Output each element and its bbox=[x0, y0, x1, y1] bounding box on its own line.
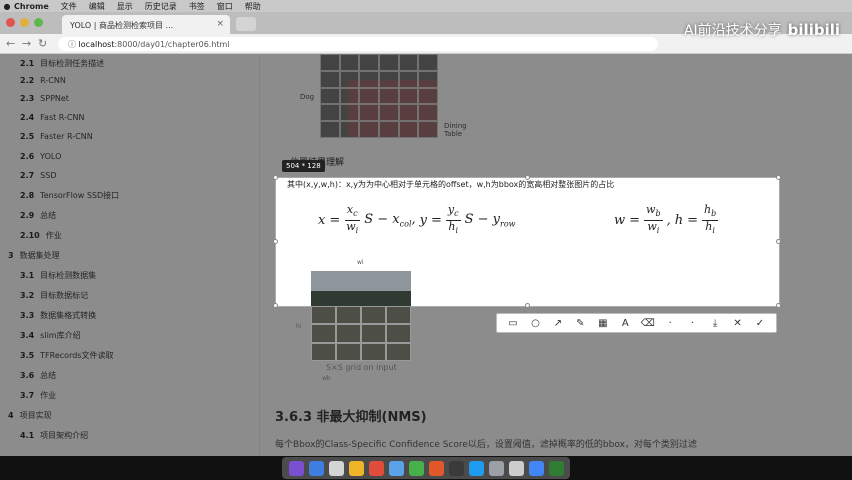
grid-cell bbox=[386, 306, 411, 325]
photo-sky bbox=[311, 271, 411, 291]
fraction-wb-wi: wb wi bbox=[644, 203, 663, 236]
apple-icon[interactable]: ● bbox=[0, 2, 14, 11]
resize-handle-br[interactable] bbox=[776, 303, 781, 308]
dim-overlay-top bbox=[276, 54, 779, 178]
grid-cell bbox=[361, 324, 386, 343]
grid-cell bbox=[361, 342, 386, 361]
dock-app-icon[interactable] bbox=[428, 460, 444, 476]
close-window-button[interactable] bbox=[6, 18, 15, 27]
grid-cell bbox=[311, 342, 336, 361]
url-path: :8000/day01/chapter06.html bbox=[114, 40, 230, 49]
dock-app-icon[interactable] bbox=[528, 460, 544, 476]
selection-size-tag: 504 * 128 bbox=[282, 160, 325, 172]
menu-help[interactable]: 帮助 bbox=[245, 1, 261, 12]
dock-app-icon[interactable] bbox=[408, 460, 424, 476]
formula-xy: x = xc wi S − xcol, y = yc hi S − yrow bbox=[318, 203, 516, 236]
var-y: y bbox=[419, 213, 427, 229]
mac-dock bbox=[282, 457, 570, 479]
dim-overlay-left bbox=[0, 54, 276, 456]
cancel-icon[interactable]: ✕ bbox=[730, 318, 746, 329]
confirm-icon[interactable]: ✓ bbox=[752, 318, 768, 329]
resize-handle-l[interactable] bbox=[273, 239, 278, 244]
screenshot-annotation-toolbar: ▭ ○ ↗ ✎ ▦ A ⌫ · · ⤓ ✕ ✓ bbox=[496, 313, 777, 333]
grid-cell bbox=[386, 342, 411, 361]
mac-menubar: ● Chrome 文件 编辑 显示 历史记录 书签 窗口 帮助 bbox=[0, 0, 852, 12]
menu-edit[interactable]: 编辑 bbox=[89, 1, 105, 12]
fraction-hb-hi: hb hi bbox=[702, 203, 719, 236]
grid-caption: S×S grid on input bbox=[326, 363, 397, 372]
info-icon: ⓘ bbox=[68, 40, 79, 49]
grid-cell bbox=[311, 324, 336, 343]
var-x: x bbox=[318, 213, 326, 229]
rectangle-tool-icon[interactable]: ▭ bbox=[505, 318, 521, 329]
bilibili-logo: bilibili bbox=[787, 21, 840, 39]
fraction-xc-wi: xc wi bbox=[344, 203, 360, 236]
fraction-yc-hi: yc hi bbox=[445, 203, 461, 236]
formula-wh: w = wb wi , h = hb hi bbox=[614, 203, 719, 236]
grid-cell bbox=[311, 306, 336, 325]
grid-cell bbox=[336, 306, 361, 325]
forward-arrow-icon[interactable]: → bbox=[22, 37, 31, 50]
dock-app-icon[interactable] bbox=[508, 460, 524, 476]
tab-title: YOLO | 商品检测检索项目 ... bbox=[70, 21, 174, 30]
bbox-explanation-text: 其中(x,y,w,h)：x,y为为中心相对于单元格的offset，w,h为bbo… bbox=[287, 180, 615, 189]
grid-cell bbox=[336, 342, 361, 361]
download-icon[interactable]: ⤓ bbox=[707, 318, 723, 329]
minimize-window-button[interactable] bbox=[20, 18, 29, 27]
zoom-window-button[interactable] bbox=[34, 18, 43, 27]
resize-handle-tl[interactable] bbox=[273, 175, 278, 180]
menu-view[interactable]: 显示 bbox=[117, 1, 133, 12]
menu-chrome[interactable]: Chrome bbox=[14, 2, 49, 11]
menu-bookmarks[interactable]: 书签 bbox=[189, 1, 205, 12]
photo-side-label: hi bbox=[296, 323, 302, 330]
dock-app-icon[interactable] bbox=[548, 460, 564, 476]
dot-small-icon[interactable]: · bbox=[662, 318, 678, 329]
menu-file[interactable]: 文件 bbox=[61, 1, 77, 12]
resize-handle-tr[interactable] bbox=[776, 175, 781, 180]
nms-heading: 3.6.3 非最大抑制(NMS) bbox=[275, 410, 427, 425]
bilibili-watermark: AI前沿技术分享 bilibili bbox=[684, 20, 840, 40]
resize-handle-bl[interactable] bbox=[273, 303, 278, 308]
dock-app-icon[interactable] bbox=[328, 460, 344, 476]
browser-tab[interactable]: YOLO | 商品检测检索项目 ... × bbox=[62, 15, 230, 34]
nms-paragraph: 每个Bbox的Class-Specific Confidence Score以后… bbox=[275, 440, 697, 450]
watermark-text: AI前沿技术分享 bbox=[683, 23, 782, 39]
back-arrow-icon[interactable]: ← bbox=[6, 37, 15, 50]
text-tool-icon[interactable]: A bbox=[617, 318, 633, 329]
dock-app-icon[interactable] bbox=[388, 460, 404, 476]
address-bar[interactable]: ⓘ localhost:8000/day01/chapter06.html bbox=[58, 37, 658, 51]
dock-app-icon[interactable] bbox=[468, 460, 484, 476]
dock-app-icon[interactable] bbox=[308, 460, 324, 476]
eraser-tool-icon[interactable]: ⌫ bbox=[640, 318, 656, 329]
pen-tool-icon[interactable]: ✎ bbox=[572, 318, 588, 329]
dot-large-icon[interactable]: · bbox=[685, 318, 701, 329]
ellipse-tool-icon[interactable]: ○ bbox=[527, 318, 543, 329]
menu-history[interactable]: 历史记录 bbox=[145, 1, 177, 12]
grid-cell bbox=[361, 306, 386, 325]
tab-close-icon[interactable]: × bbox=[216, 19, 224, 29]
grid-cell bbox=[336, 324, 361, 343]
photo-top-label: wi bbox=[357, 259, 364, 266]
photo-bottom-label: wb bbox=[322, 375, 331, 382]
eq-sign: = bbox=[329, 213, 341, 229]
dock-app-icon[interactable] bbox=[488, 460, 504, 476]
arrow-tool-icon[interactable]: ↗ bbox=[550, 318, 566, 329]
grid-cell bbox=[386, 324, 411, 343]
dim-overlay-right bbox=[779, 54, 852, 456]
mosaic-tool-icon[interactable]: ▦ bbox=[595, 318, 611, 329]
reload-icon[interactable]: ↻ bbox=[38, 37, 47, 50]
url-host: localhost bbox=[78, 40, 115, 49]
resize-handle-b[interactable] bbox=[525, 303, 530, 308]
example-photo bbox=[311, 271, 411, 307]
menu-window[interactable]: 窗口 bbox=[217, 1, 233, 12]
dock-app-icon[interactable] bbox=[288, 460, 304, 476]
window-controls bbox=[6, 18, 43, 27]
resize-handle-r[interactable] bbox=[776, 239, 781, 244]
dock-app-icon[interactable] bbox=[348, 460, 364, 476]
example-photo-grid bbox=[311, 306, 411, 361]
dock-app-icon[interactable] bbox=[368, 460, 384, 476]
new-tab-button[interactable] bbox=[236, 17, 256, 31]
dock-app-icon[interactable] bbox=[448, 460, 464, 476]
